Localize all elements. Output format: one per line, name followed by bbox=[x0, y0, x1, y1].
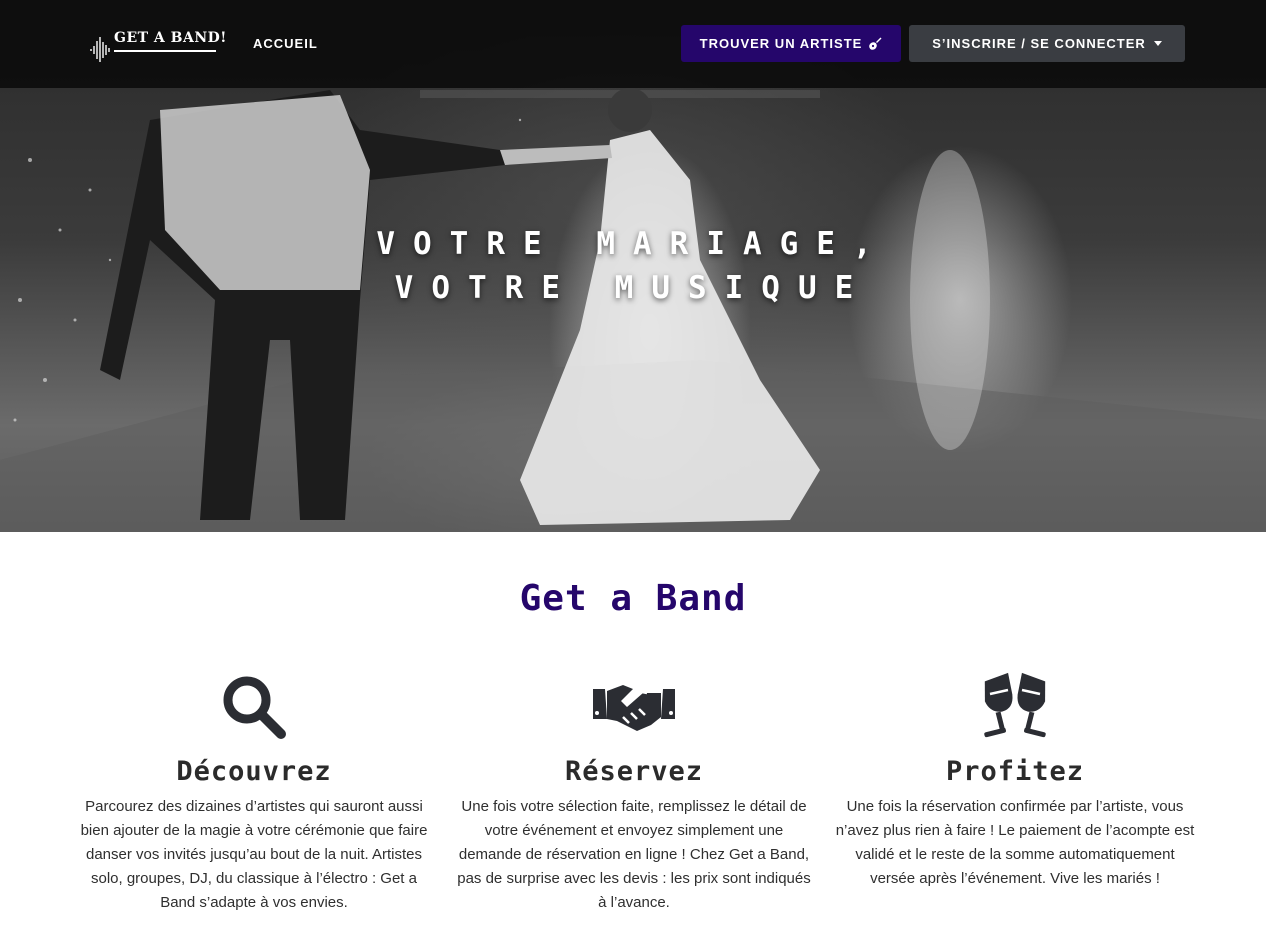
feature-heading: Profitez bbox=[945, 756, 1085, 787]
section-title: Get a Band bbox=[519, 578, 747, 619]
feature-text: Une fois la réservation confirmée par l’… bbox=[835, 798, 1195, 887]
feature-discover: Découvrez Parcourez des dizaines d’artis… bbox=[74, 672, 434, 915]
hero-title-line2: VOTRE MUSIQUE bbox=[394, 270, 872, 306]
hero-title: VOTRE MARIAGE, VOTRE MUSIQUE bbox=[300, 222, 966, 310]
handshake-icon bbox=[454, 672, 814, 742]
find-artist-label: TROUVER UN ARTISTE bbox=[699, 36, 863, 51]
chevron-down-icon bbox=[1153, 41, 1162, 46]
feature-text: Une fois votre sélection faite, rempliss… bbox=[457, 798, 811, 911]
feature-enjoy: Profitez Une fois la réservation confirm… bbox=[835, 672, 1195, 891]
feature-heading: Découvrez bbox=[176, 756, 332, 787]
feature-text: Parcourez des dizaines d’artistes qui sa… bbox=[80, 798, 428, 911]
feature-heading: Réservez bbox=[564, 756, 704, 787]
guitar-icon bbox=[869, 37, 882, 50]
brand-name: GET A BAND! bbox=[114, 30, 227, 46]
signup-login-dropdown-button[interactable]: S’INSCRIRE / SE CONNECTER bbox=[909, 25, 1185, 62]
navbar: GET A BAND! ACCUEIL TROUVER UN ARTISTE S… bbox=[0, 0, 1266, 88]
brand-underline bbox=[114, 50, 216, 52]
soundwave-icon bbox=[90, 37, 110, 62]
champagne-glasses-icon bbox=[835, 672, 1195, 742]
feature-book: Réservez Une fois votre sélection faite,… bbox=[454, 672, 814, 915]
hero-title-line1: VOTRE MARIAGE, bbox=[376, 226, 890, 262]
brand-logo[interactable]: GET A BAND! bbox=[90, 30, 226, 66]
find-artist-button[interactable]: TROUVER UN ARTISTE bbox=[681, 25, 901, 62]
hero-banner: GET A BAND! ACCUEIL TROUVER UN ARTISTE S… bbox=[0, 0, 1266, 532]
signup-login-label: S’INSCRIRE / SE CONNECTER bbox=[932, 36, 1146, 51]
nav-link-home[interactable]: ACCUEIL bbox=[253, 36, 318, 51]
search-icon bbox=[74, 672, 434, 742]
